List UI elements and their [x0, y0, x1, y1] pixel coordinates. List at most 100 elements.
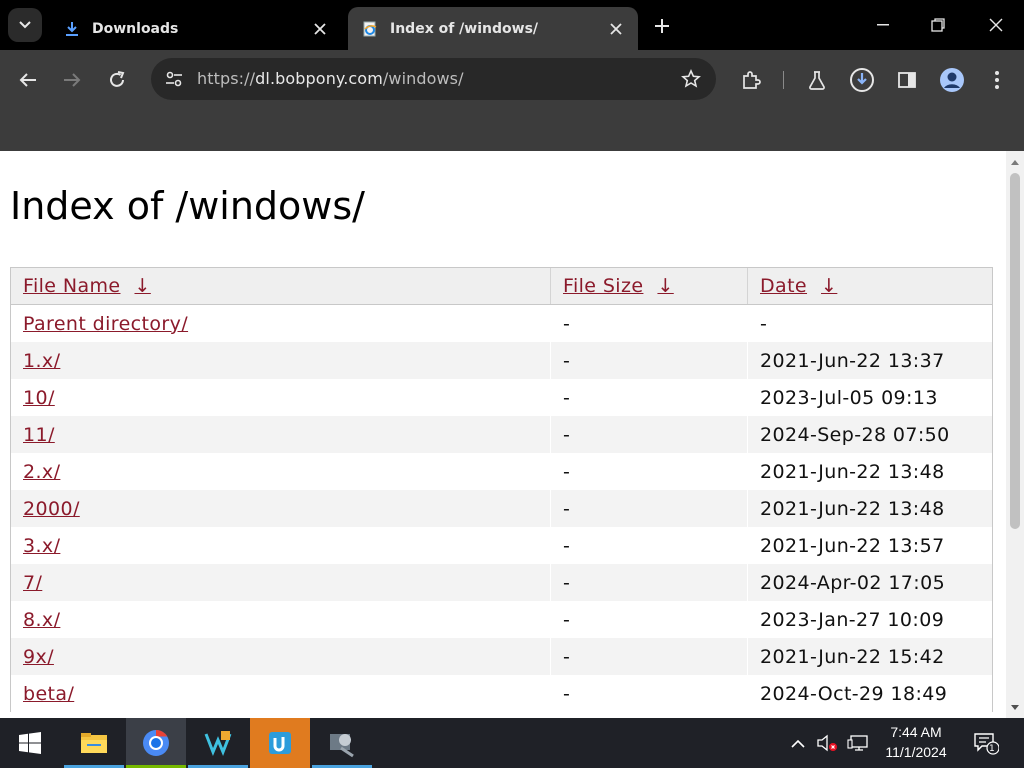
- file-size: -: [550, 453, 747, 490]
- notification-icon: [974, 733, 999, 755]
- app-gj-icon: [269, 732, 291, 754]
- download-progress-icon: [850, 68, 874, 92]
- chrome-icon: [143, 729, 169, 756]
- profile-button[interactable]: [936, 64, 968, 96]
- start-button[interactable]: [0, 718, 60, 768]
- download-icon: [64, 21, 80, 37]
- taskbar-app-gj[interactable]: [250, 718, 310, 768]
- taskbar-visual-studio[interactable]: [188, 718, 248, 768]
- restore-icon: [931, 18, 945, 32]
- taskbar-file-explorer[interactable]: [64, 718, 124, 768]
- taskbar-chrome[interactable]: [126, 718, 186, 768]
- new-tab-button[interactable]: [648, 12, 676, 40]
- file-size: -: [550, 490, 747, 527]
- tab-search-button[interactable]: [8, 8, 42, 42]
- kebab-menu-icon: [995, 71, 999, 89]
- url-text: https://dl.bobpony.com/windows/: [197, 69, 464, 88]
- close-tab-icon[interactable]: [310, 19, 330, 39]
- table-row: beta/ - 2024-Oct-29 18:49: [11, 675, 992, 712]
- directory-link[interactable]: 2000/: [23, 498, 80, 520]
- system-clock[interactable]: 7:44 AM 11/1/2024: [872, 722, 960, 762]
- tab-title: Downloads: [92, 20, 179, 37]
- file-date: 2021-Jun-22 13:57: [747, 527, 992, 564]
- extensions-button[interactable]: [735, 64, 767, 96]
- column-header-file-name: File Name ↓: [11, 268, 550, 304]
- file-size: -: [550, 379, 747, 416]
- reload-button[interactable]: [101, 64, 133, 96]
- directory-link[interactable]: 7/: [23, 572, 42, 594]
- tab-index-windows[interactable]: Index of /windows/: [348, 7, 638, 50]
- vertical-scrollbar[interactable]: [1006, 151, 1024, 718]
- file-date: 2024-Oct-29 18:49: [747, 675, 992, 712]
- file-date: 2021-Jun-22 13:48: [747, 453, 992, 490]
- labs-button[interactable]: [801, 64, 833, 96]
- bookmark-star-icon[interactable]: [680, 68, 702, 90]
- scroll-down-arrow-icon[interactable]: [1006, 699, 1024, 716]
- file-date: 2021-Jun-22 13:48: [747, 490, 992, 527]
- volume-button[interactable]: [814, 718, 840, 768]
- action-center-button[interactable]: 1: [966, 718, 1006, 768]
- scroll-up-arrow-icon[interactable]: [1006, 153, 1024, 170]
- arrow-right-icon: [64, 73, 81, 87]
- forward-button[interactable]: [56, 64, 88, 96]
- ie-page-icon: [362, 21, 378, 37]
- table-row: Parent directory/ - -: [11, 305, 992, 342]
- taskbar-tool[interactable]: [312, 718, 372, 768]
- network-button[interactable]: [844, 718, 872, 768]
- table-row: 11/ - 2024-Sep-28 07:50: [11, 416, 992, 453]
- directory-link[interactable]: 9x/: [23, 646, 54, 668]
- directory-link[interactable]: 10/: [23, 387, 55, 409]
- side-panel-button[interactable]: [891, 64, 923, 96]
- file-size: -: [550, 416, 747, 453]
- close-window-button[interactable]: [981, 10, 1011, 40]
- table-header-row: File Name ↓ File Size ↓ Date ↓: [11, 268, 992, 305]
- puzzle-icon: [743, 71, 761, 89]
- column-header-date: Date ↓: [747, 268, 992, 304]
- back-button[interactable]: [12, 64, 44, 96]
- directory-link[interactable]: 11/: [23, 424, 55, 446]
- table-row: 2000/ - 2021-Jun-22 13:48: [11, 490, 992, 527]
- url-path: /windows/: [382, 69, 464, 88]
- windows-logo-icon: [19, 732, 41, 754]
- file-size: -: [550, 564, 747, 601]
- file-date: 2021-Jun-22 15:42: [747, 638, 992, 675]
- notification-count: 1: [989, 744, 995, 754]
- directory-link[interactable]: beta/: [23, 683, 74, 705]
- restore-button[interactable]: [923, 10, 953, 40]
- directory-link[interactable]: 2.x/: [23, 461, 60, 483]
- sort-by-name-link[interactable]: File Name ↓: [23, 275, 151, 297]
- network-monitor-icon: [847, 735, 868, 751]
- chevron-down-icon: [19, 21, 31, 29]
- page-viewport: Index of /windows/ File Name ↓ File Size ↓…: [0, 151, 1024, 718]
- file-size: -: [550, 601, 747, 638]
- file-size: -: [550, 638, 747, 675]
- plus-icon: [655, 19, 669, 33]
- sort-by-date-link[interactable]: Date ↓: [760, 275, 837, 297]
- minimize-button[interactable]: [868, 10, 898, 40]
- volume-muted-icon: [817, 734, 837, 752]
- menu-button[interactable]: [981, 64, 1013, 96]
- side-panel-icon: [898, 72, 916, 88]
- address-bar[interactable]: https://dl.bobpony.com/windows/: [151, 58, 716, 100]
- show-hidden-icons-button[interactable]: [786, 718, 810, 768]
- arrow-left-icon: [19, 73, 36, 87]
- tab-downloads[interactable]: Downloads: [50, 7, 342, 50]
- directory-link[interactable]: Parent directory/: [23, 313, 188, 335]
- downloads-button[interactable]: [846, 64, 878, 96]
- directory-link[interactable]: 1.x/: [23, 350, 60, 372]
- table-row: 8.x/ - 2023-Jan-27 10:09: [11, 601, 992, 638]
- page-title: Index of /windows/: [10, 184, 365, 228]
- clock-date: 11/1/2024: [885, 744, 947, 760]
- directory-link[interactable]: 8.x/: [23, 609, 60, 631]
- directory-link[interactable]: 3.x/: [23, 535, 60, 557]
- site-info-icon[interactable]: [163, 68, 185, 90]
- screen: Downloads Index of /windows/ https://dl.…: [0, 0, 1024, 768]
- close-tab-icon[interactable]: [606, 19, 626, 39]
- tool-icon: [330, 734, 354, 758]
- file-date: -: [747, 305, 992, 342]
- sort-by-size-link[interactable]: File Size ↓: [563, 275, 674, 297]
- clock-time: 7:44 AM: [890, 724, 942, 740]
- tab-title: Index of /windows/: [390, 20, 539, 37]
- scrollbar-thumb[interactable]: [1010, 173, 1020, 529]
- table-row: 9x/ - 2021-Jun-22 15:42: [11, 638, 992, 675]
